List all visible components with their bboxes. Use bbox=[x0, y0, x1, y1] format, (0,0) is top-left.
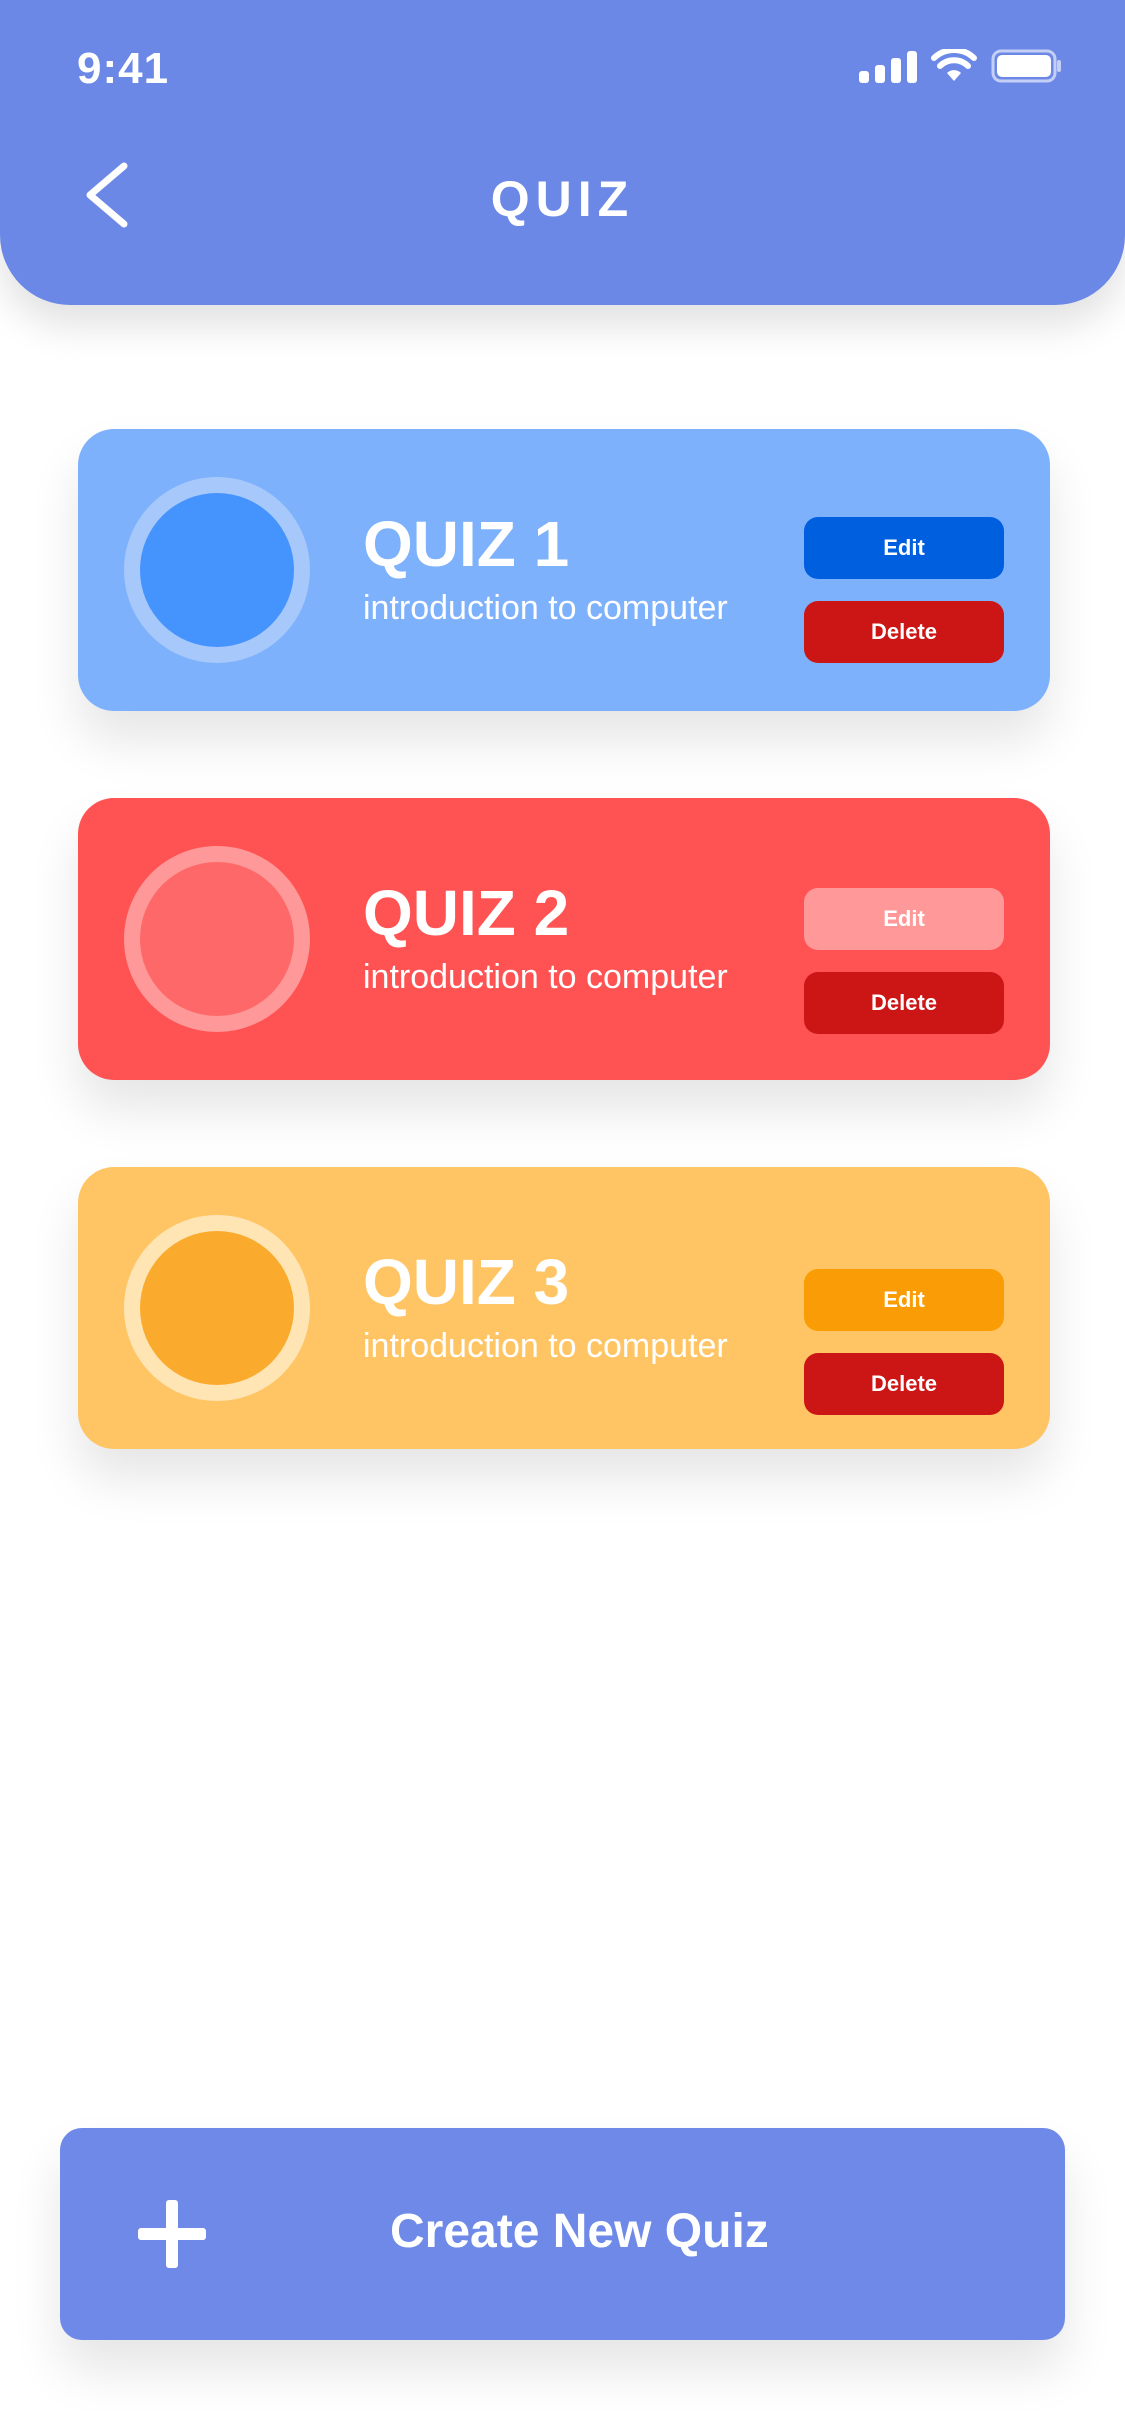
quiz-title: QUIZ 1 bbox=[363, 508, 570, 580]
quiz-avatar-ring bbox=[124, 1215, 310, 1401]
header-bar: 9:41 QUIZ bbox=[0, 0, 1125, 305]
edit-button[interactable]: Edit bbox=[804, 517, 1004, 579]
quiz-subtitle: introduction to computer bbox=[363, 958, 728, 996]
delete-button[interactable]: Delete bbox=[804, 601, 1004, 663]
quiz-avatar bbox=[140, 493, 294, 647]
edit-button[interactable]: Edit bbox=[804, 888, 1004, 950]
quiz-subtitle: introduction to computer bbox=[363, 589, 728, 627]
delete-button[interactable]: Delete bbox=[804, 972, 1004, 1034]
create-new-quiz-button[interactable]: Create New Quiz bbox=[60, 2128, 1065, 2340]
quiz-subtitle: introduction to computer bbox=[363, 1327, 728, 1365]
battery-icon bbox=[991, 49, 1063, 83]
edit-button[interactable]: Edit bbox=[804, 1269, 1004, 1331]
quiz-avatar-ring bbox=[124, 846, 310, 1032]
status-icons bbox=[859, 48, 1063, 84]
quiz-title: QUIZ 3 bbox=[363, 1246, 570, 1318]
quiz-avatar bbox=[140, 862, 294, 1016]
quiz-screen: 9:41 QUIZ QUIZ 1 introduction to compute… bbox=[0, 0, 1125, 2436]
quiz-card-3[interactable]: QUIZ 3 introduction to computer Edit Del… bbox=[78, 1167, 1050, 1449]
quiz-avatar-ring bbox=[124, 477, 310, 663]
quiz-title: QUIZ 2 bbox=[363, 877, 570, 949]
plus-icon bbox=[138, 2200, 206, 2268]
delete-button[interactable]: Delete bbox=[804, 1353, 1004, 1415]
wifi-icon bbox=[931, 49, 977, 83]
quiz-card-2[interactable]: QUIZ 2 introduction to computer Edit Del… bbox=[78, 798, 1050, 1080]
status-time: 9:41 bbox=[77, 44, 170, 93]
signal-icon bbox=[859, 49, 917, 83]
create-new-quiz-label: Create New Quiz bbox=[390, 2205, 769, 2258]
page-title: QUIZ bbox=[490, 171, 635, 227]
quiz-avatar bbox=[140, 1231, 294, 1385]
quiz-card-1[interactable]: QUIZ 1 introduction to computer Edit Del… bbox=[78, 429, 1050, 711]
